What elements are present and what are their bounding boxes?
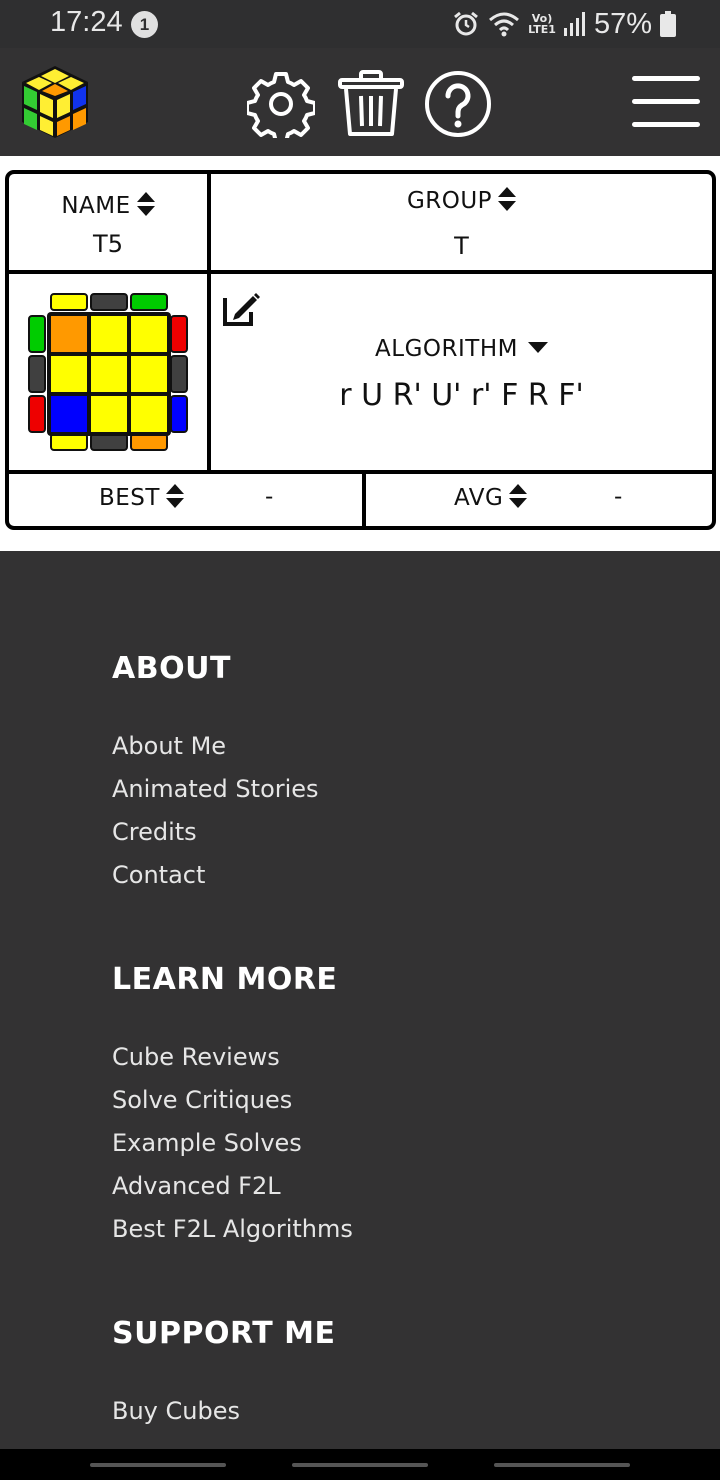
group-sort-header[interactable]: GROUP: [211, 187, 712, 214]
learn-more-title: LEARN MORE: [112, 962, 338, 997]
status-time: 17:24: [50, 6, 123, 38]
sort-icon: [136, 192, 155, 216]
best-label: BEST: [99, 485, 160, 511]
footer-link-about-me[interactable]: About Me: [112, 732, 226, 760]
signal-icon: [563, 12, 585, 36]
alarm-icon: [454, 11, 479, 36]
name-cell: NAME T5: [9, 174, 207, 270]
avg-cell: AVG -: [366, 474, 712, 526]
status-right-group: Vo) LTE1 57%: [452, 6, 676, 42]
avg-sort-header[interactable]: AVG: [454, 484, 528, 511]
lte-bottom-label: LTE1: [528, 23, 556, 36]
footer-link-advanced-f2l[interactable]: Advanced F2L: [112, 1172, 281, 1200]
menu-icon[interactable]: [632, 76, 700, 128]
name-value: T5: [93, 230, 123, 258]
footer-link-animated-stories[interactable]: Animated Stories: [112, 775, 319, 803]
footer-link-best-f2l-algorithms[interactable]: Best F2L Algorithms: [112, 1215, 353, 1243]
algorithm-card: NAME T5 GROUP T ALGORITHM r U R' U' r' F…: [5, 170, 716, 530]
trash-icon[interactable]: [337, 70, 405, 138]
battery-percent: 57%: [593, 7, 652, 40]
algorithm-header: ALGORITHM: [375, 336, 518, 362]
sort-icon: [498, 187, 517, 211]
algorithm-value: r U R' U' r' F R F': [339, 378, 584, 413]
group-cell: GROUP T: [211, 174, 712, 270]
footer-link-example-solves[interactable]: Example Solves: [112, 1129, 302, 1157]
status-bar: 17:24 1 Vo) LTE1 57%: [0, 0, 720, 48]
case-cell: [9, 274, 207, 470]
best-sort-header[interactable]: BEST: [99, 484, 184, 511]
gear-icon[interactable]: [247, 70, 315, 138]
battery-icon: [660, 11, 676, 37]
site-footer: ABOUT About Me Animated Stories Credits …: [0, 551, 720, 1449]
footer-link-buy-cubes[interactable]: Buy Cubes: [112, 1397, 240, 1425]
best-cell: BEST -: [9, 474, 362, 526]
name-sort-header[interactable]: NAME: [9, 192, 207, 219]
footer-link-contact[interactable]: Contact: [112, 861, 205, 889]
card-row-name-group: NAME T5 GROUP T: [9, 174, 712, 274]
help-icon[interactable]: [424, 70, 492, 138]
footer-link-solve-critiques[interactable]: Solve Critiques: [112, 1086, 292, 1114]
wifi-icon: [489, 12, 520, 37]
name-header: NAME: [61, 193, 131, 219]
support-me-title: SUPPORT ME: [112, 1316, 336, 1351]
sort-icon: [509, 484, 528, 508]
avg-label: AVG: [454, 485, 504, 511]
avg-value: -: [614, 484, 623, 510]
card-row-case: ALGORITHM r U R' U' r' F R F': [9, 274, 712, 474]
notification-count-badge: 1: [131, 11, 158, 38]
footer-link-cube-reviews[interactable]: Cube Reviews: [112, 1043, 280, 1071]
lte-indicator: Vo) LTE1: [528, 13, 556, 35]
caret-down-icon: [527, 342, 548, 353]
group-header: GROUP: [406, 188, 493, 214]
app-header: [0, 48, 720, 156]
card-row-stats: BEST - AVG -: [9, 474, 712, 526]
nav-back-button[interactable]: [494, 1463, 630, 1467]
cube-logo[interactable]: [20, 64, 90, 140]
nav-recents-button[interactable]: [90, 1463, 226, 1467]
footer-link-credits[interactable]: Credits: [112, 818, 197, 846]
group-value: T: [454, 232, 469, 260]
edit-icon[interactable]: [221, 288, 261, 328]
algorithm-dropdown[interactable]: ALGORITHM: [211, 336, 712, 362]
best-value: -: [265, 484, 274, 510]
about-title: ABOUT: [112, 651, 231, 686]
nav-home-button[interactable]: [292, 1463, 428, 1467]
algorithm-cell: ALGORITHM r U R' U' r' F R F': [211, 274, 712, 470]
cube-case-diagram: [28, 293, 188, 451]
sort-icon: [165, 484, 184, 508]
system-nav-bar: [0, 1449, 720, 1480]
